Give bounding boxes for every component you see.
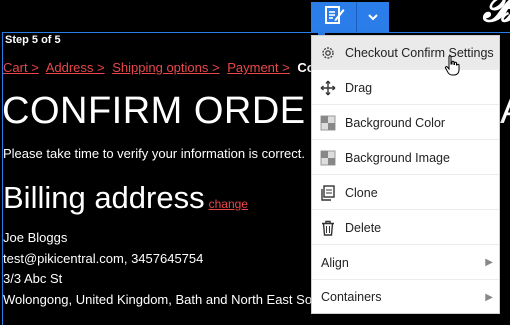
element-toolbar <box>311 2 389 32</box>
brand-logo: 𝓑 <box>482 0 510 31</box>
checker-icon <box>320 150 336 166</box>
menu-item-label: Delete <box>345 220 382 235</box>
menu-item-background-image[interactable]: Background Image <box>312 141 499 175</box>
menu-item-drag[interactable]: Drag <box>312 71 499 105</box>
menu-item-label: Checkout Confirm Settings <box>345 45 494 60</box>
hand-pointer-icon <box>444 55 460 82</box>
chevron-down-icon <box>368 8 378 26</box>
page-title: CONFIRM ORDE <box>2 90 306 132</box>
menu-item-containers[interactable]: Containers ▶ <box>312 280 499 314</box>
address-street: 3/3 Abc St <box>3 271 63 286</box>
billing-heading: Billing address change <box>3 180 248 216</box>
address-contact: test@pikicentral.com, 3457645754 <box>3 250 204 266</box>
menu-item-label: Background Image <box>345 150 450 165</box>
gear-icon <box>320 45 336 61</box>
menu-item-background-color[interactable]: Background Color <box>312 106 499 140</box>
arrow-right-icon: ▶ <box>485 291 493 303</box>
checker-icon <box>320 115 336 131</box>
menu-item-label: Drag <box>345 80 373 95</box>
clone-icon <box>320 184 336 201</box>
billing-heading-text: Billing address <box>3 180 205 215</box>
menu-item-clone[interactable]: Clone <box>312 176 499 210</box>
arrow-right-icon: ▶ <box>485 257 493 268</box>
move-icon <box>320 80 336 96</box>
edit-note-icon <box>323 4 345 31</box>
toolbar-dropdown-button[interactable] <box>357 2 389 32</box>
address-region: Wolongong, United Kingdom, Bath and Nort… <box>3 291 313 307</box>
menu-item-align[interactable]: Align ▶ <box>312 246 499 280</box>
trash-icon <box>320 220 336 236</box>
menu-item-label: Containers <box>321 290 382 304</box>
element-context-menu: Checkout Confirm Settings Drag Backgroun… <box>311 35 500 314</box>
selection-outline-top <box>2 32 510 33</box>
address-name: Joe Bloggs <box>3 230 68 245</box>
menu-item-label: Clone <box>345 185 378 200</box>
breadcrumb-address[interactable]: Address > <box>46 60 105 75</box>
breadcrumb-shipping[interactable]: Shipping options > <box>112 60 219 75</box>
billing-address: Joe Bloggs test@pikicentral.com, 3457645… <box>3 228 312 310</box>
menu-item-delete[interactable]: Delete <box>312 211 499 245</box>
page-title-tail: A <box>500 90 510 133</box>
verify-note: Please take time to verify your informat… <box>3 146 306 161</box>
breadcrumb-payment[interactable]: Payment > <box>227 60 290 75</box>
breadcrumb-cart[interactable]: Cart > <box>3 60 39 75</box>
menu-item-checkout-confirm-settings[interactable]: Checkout Confirm Settings <box>312 36 499 70</box>
change-link[interactable]: change <box>209 197 248 211</box>
edit-element-button[interactable] <box>311 2 357 32</box>
menu-item-label: Align <box>321 255 349 270</box>
breadcrumb: Cart > Address > Shipping options > Paym… <box>3 60 315 75</box>
step-indicator: Step 5 of 5 <box>5 34 61 46</box>
menu-item-label: Background Color <box>345 115 446 130</box>
